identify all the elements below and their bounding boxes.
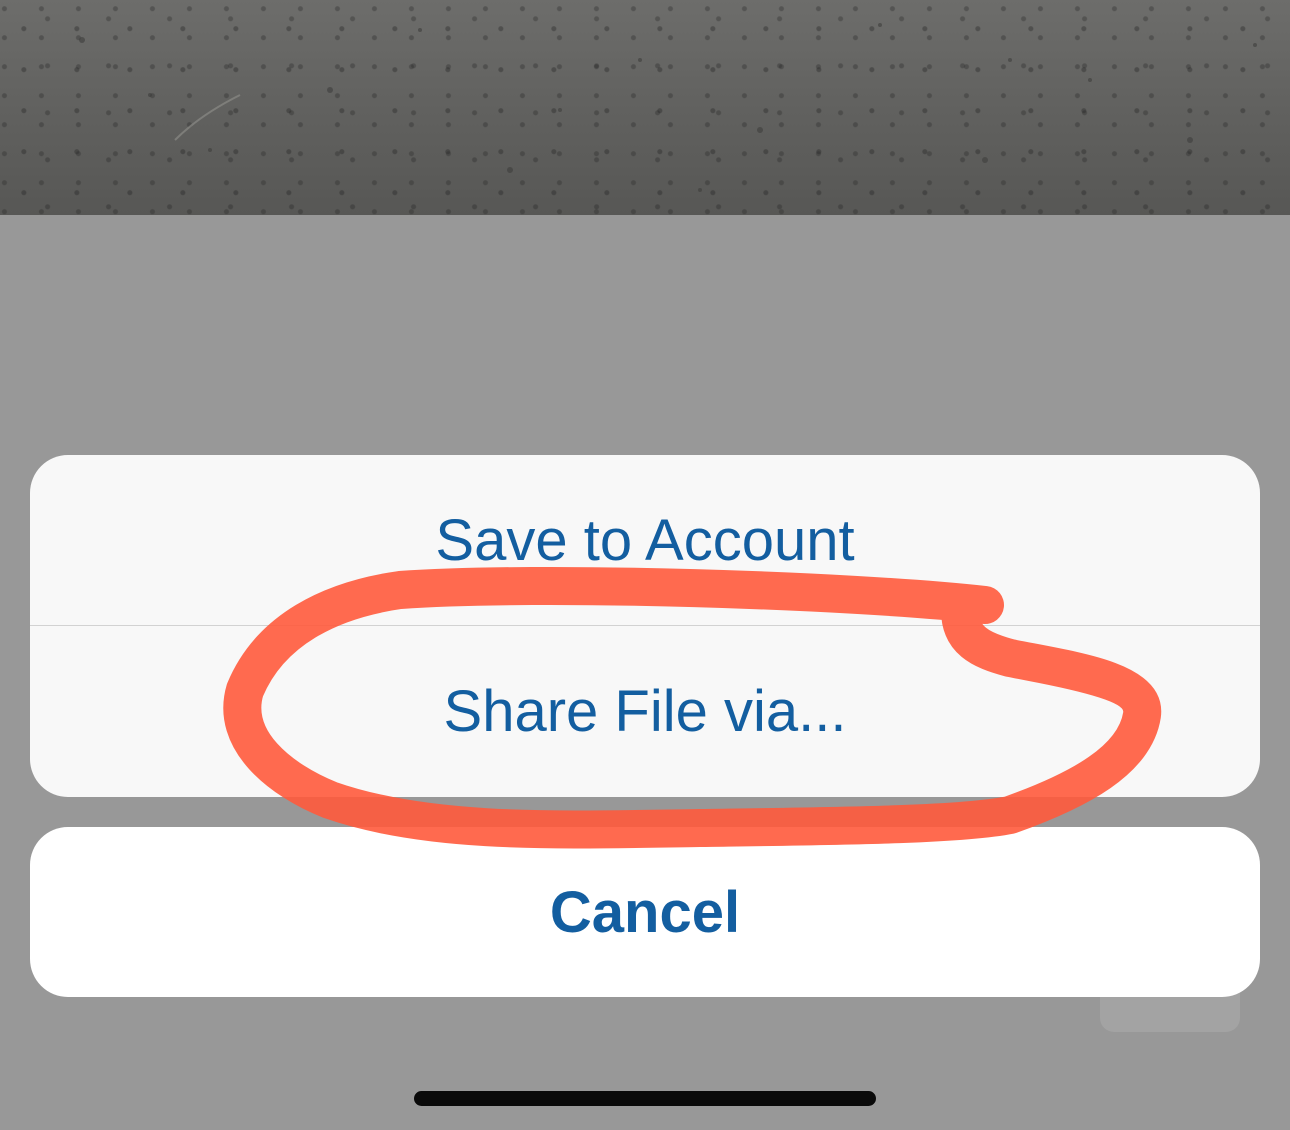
save-to-account-button[interactable]: Save to Account xyxy=(30,455,1260,625)
share-file-via-button[interactable]: Share File via... xyxy=(30,626,1260,796)
background-photo xyxy=(0,0,1290,215)
cancel-button[interactable]: Cancel xyxy=(30,827,1260,997)
home-indicator xyxy=(414,1091,876,1106)
action-sheet: Save to Account Share File via... xyxy=(30,455,1260,797)
